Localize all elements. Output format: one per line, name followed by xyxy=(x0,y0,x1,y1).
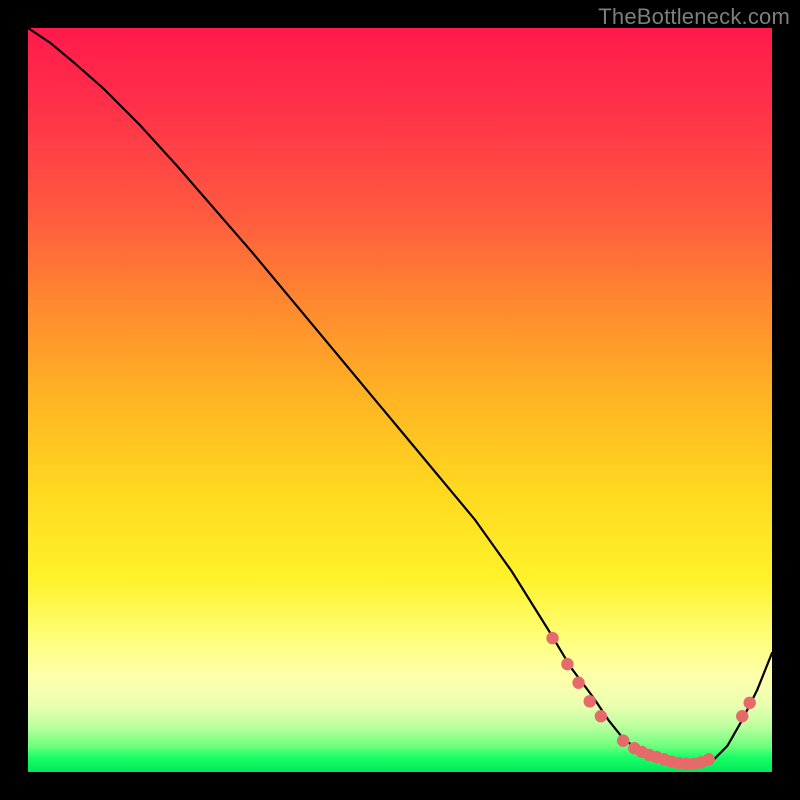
bottleneck-curve xyxy=(28,28,772,765)
chart-svg xyxy=(28,28,772,772)
chart-plot-area xyxy=(28,28,772,772)
curve-marker xyxy=(736,710,748,722)
curve-marker xyxy=(743,697,755,709)
curve-marker xyxy=(572,677,584,689)
curve-marker xyxy=(561,658,573,670)
watermark-text: TheBottleneck.com xyxy=(598,4,790,30)
chart-stage: TheBottleneck.com xyxy=(0,0,800,800)
curve-marker xyxy=(546,632,558,644)
curve-marker xyxy=(617,735,629,747)
curve-marker xyxy=(584,695,596,707)
curve-marker xyxy=(595,710,607,722)
curve-marker xyxy=(703,753,715,765)
